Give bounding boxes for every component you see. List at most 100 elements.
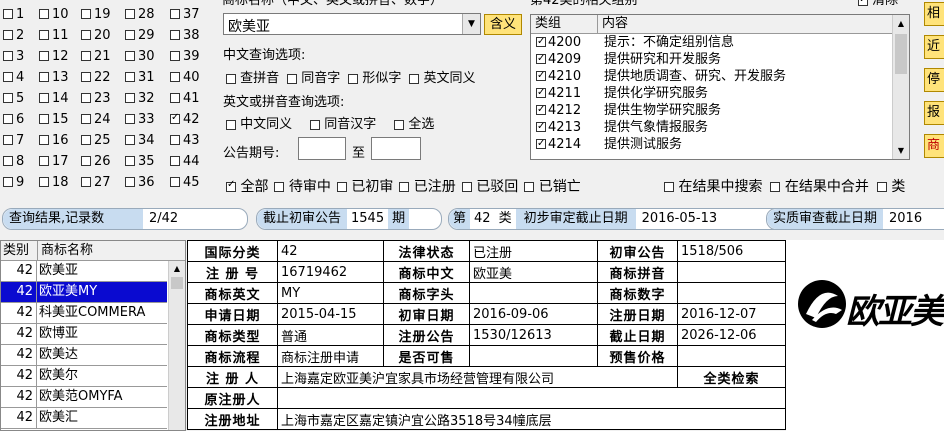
full-search-button[interactable]: 全类检索 (677, 366, 786, 388)
list-item[interactable]: 42 欧美达 (1, 345, 167, 366)
class-checkbox-28[interactable]: 28 (125, 8, 155, 22)
class-checkbox-15[interactable]: 15 (39, 113, 69, 127)
en-option-1[interactable]: 同音汉字 (310, 117, 376, 132)
side-button-3[interactable]: 报 (924, 101, 944, 125)
status-filter-0[interactable]: 全部 (226, 179, 268, 195)
status-filter-5[interactable]: 已销亡 (524, 179, 581, 195)
class-checkbox-13[interactable]: 13 (39, 71, 69, 85)
list-item[interactable]: 42 欧美汇 (1, 408, 167, 429)
class-checkbox-40[interactable]: 40 (170, 71, 200, 85)
group-check-icon[interactable] (536, 34, 546, 49)
class-checkbox-3[interactable]: 3 (3, 50, 24, 64)
class-checkbox-36[interactable]: 36 (125, 176, 155, 190)
class-checkbox-7[interactable]: 7 (3, 134, 24, 148)
issue-from-input[interactable] (298, 137, 346, 160)
class-checkbox-43[interactable]: 43 (170, 134, 200, 148)
group-check-icon[interactable] (536, 102, 546, 117)
result-list[interactable]: 类别 商标名称 42 欧美亚 42 欧亚美MY 42 科美亚COMMERA 42 欧博亚 42 欧… (0, 240, 186, 431)
status-filter-4[interactable]: 已驳回 (461, 179, 518, 195)
group-check-icon[interactable] (536, 119, 546, 134)
class-checkbox-38[interactable]: 38 (170, 29, 200, 43)
group-check-icon[interactable] (536, 136, 546, 151)
class-checkbox-20[interactable]: 20 (81, 29, 111, 43)
class-checkbox-30[interactable]: 30 (125, 50, 155, 64)
class-checkbox-32[interactable]: 32 (125, 92, 155, 106)
cn-option-2[interactable]: 形似字 (348, 71, 401, 86)
list-item[interactable]: 42 欧美范OMYFA (1, 387, 167, 408)
status-filter-3[interactable]: 已注册 (399, 179, 456, 195)
meaning-button[interactable]: 含义 (484, 14, 522, 35)
group-row[interactable]: 4214 提供测试服务 (531, 136, 682, 153)
side-button-2[interactable]: 停 (924, 68, 944, 92)
issue-to-input[interactable] (371, 137, 421, 160)
class-checkbox-26[interactable]: 26 (81, 155, 111, 169)
class-checkbox-42[interactable]: 42 (170, 111, 200, 127)
groups-scrollbar[interactable]: ▲ ▼ (892, 15, 909, 159)
list-scroll-thumb[interactable] (171, 277, 183, 289)
cn-option-1[interactable]: 同音字 (287, 71, 340, 86)
trademark-name-combobox[interactable]: 欧美亚 ▼ (223, 13, 481, 35)
class-checkbox-41[interactable]: 41 (170, 92, 200, 106)
class-checkbox-16[interactable]: 16 (39, 134, 69, 148)
class-checkbox-45[interactable]: 45 (170, 176, 200, 190)
class-checkbox-44[interactable]: 44 (170, 155, 200, 169)
group-row[interactable]: 4213 提供气象情报服务 (531, 119, 708, 136)
group-row[interactable]: 4200 提示：不确定组别信息 (531, 34, 734, 51)
class-checkbox-2[interactable]: 2 (3, 29, 24, 43)
class-checkbox-39[interactable]: 39 (170, 50, 200, 64)
class-checkbox-29[interactable]: 29 (125, 29, 155, 43)
cn-option-3[interactable]: 英文同义 (409, 71, 476, 86)
scroll-up-icon[interactable]: ▲ (893, 15, 909, 32)
side-button-0[interactable]: 相 (924, 2, 944, 26)
class-checkbox-8[interactable]: 8 (3, 155, 24, 169)
trademark-flow[interactable]: 商标注册申请 (277, 345, 384, 367)
class-checkbox-34[interactable]: 34 (125, 134, 155, 148)
list-item[interactable]: 42 欧美尔 (1, 366, 167, 387)
class-checkbox-12[interactable]: 12 (39, 50, 69, 64)
result-filter-2[interactable]: 类 (876, 179, 905, 195)
class-checkbox-31[interactable]: 31 (125, 71, 155, 85)
en-option-2[interactable]: 全选 (394, 117, 434, 132)
list-item[interactable]: 42 欧亚美MY (1, 282, 167, 303)
dropdown-arrow-icon[interactable]: ▼ (462, 14, 480, 34)
class-checkbox-33[interactable]: 33 (125, 113, 155, 127)
status-filter-1[interactable]: 待审中 (274, 179, 331, 195)
list-scroll-up-icon[interactable]: ▲ (169, 261, 185, 277)
class-checkbox-17[interactable]: 17 (39, 155, 69, 169)
group-check-icon[interactable] (536, 68, 546, 83)
group-check-icon[interactable] (536, 85, 546, 100)
class-checkbox-6[interactable]: 6 (3, 113, 24, 127)
result-filter-0[interactable]: 在结果中搜索 (664, 179, 762, 195)
group-row[interactable]: 4210 提供地质调查、研究、开发服务 (531, 68, 786, 85)
list-scrollbar[interactable]: ▲ (168, 261, 185, 430)
groups-list[interactable]: 类组 内容 4200 提示：不确定组别信息 4209 提供研究和开发服务 4210 提供地… (530, 14, 910, 160)
class-checkbox-9[interactable]: 9 (3, 176, 24, 190)
class-checkbox-4[interactable]: 4 (3, 71, 24, 85)
cn-option-0[interactable]: 查拼音 (226, 71, 279, 86)
class-checkbox-11[interactable]: 11 (39, 29, 69, 43)
class-checkbox-24[interactable]: 24 (81, 113, 111, 127)
class-checkbox-23[interactable]: 23 (81, 92, 111, 106)
class-checkbox-22[interactable]: 22 (81, 71, 111, 85)
scroll-down-icon[interactable]: ▼ (893, 142, 909, 159)
list-item[interactable]: 42 欧美亚 (1, 261, 167, 282)
result-filter-1[interactable]: 在结果中合并 (770, 179, 869, 195)
class-checkbox-37[interactable]: 37 (170, 8, 200, 22)
class-checkbox-14[interactable]: 14 (39, 92, 69, 106)
class-checkbox-10[interactable]: 10 (39, 8, 69, 22)
en-option-0[interactable]: 中文同义 (226, 117, 292, 132)
list-item[interactable]: 42 欧博亚 (1, 324, 167, 345)
side-button-1[interactable]: 近 (924, 35, 944, 59)
group-row[interactable]: 4211 提供化学研究服务 (531, 85, 708, 102)
class-checkbox-19[interactable]: 19 (81, 8, 111, 22)
class-checkbox-5[interactable]: 5 (3, 92, 24, 106)
list-item[interactable]: 42 科美亚COMMERA (1, 303, 167, 324)
status-filter-2[interactable]: 已初审 (336, 179, 393, 195)
group-row[interactable]: 4209 提供研究和开发服务 (531, 51, 721, 68)
side-button-4[interactable]: 商 (924, 134, 944, 158)
clear-checkbox[interactable]: 清除 (858, 0, 898, 8)
class-checkbox-18[interactable]: 18 (39, 176, 69, 190)
group-check-icon[interactable] (536, 51, 546, 66)
class-checkbox-21[interactable]: 21 (81, 50, 111, 64)
group-row[interactable]: 4212 提供生物学研究服务 (531, 102, 721, 119)
